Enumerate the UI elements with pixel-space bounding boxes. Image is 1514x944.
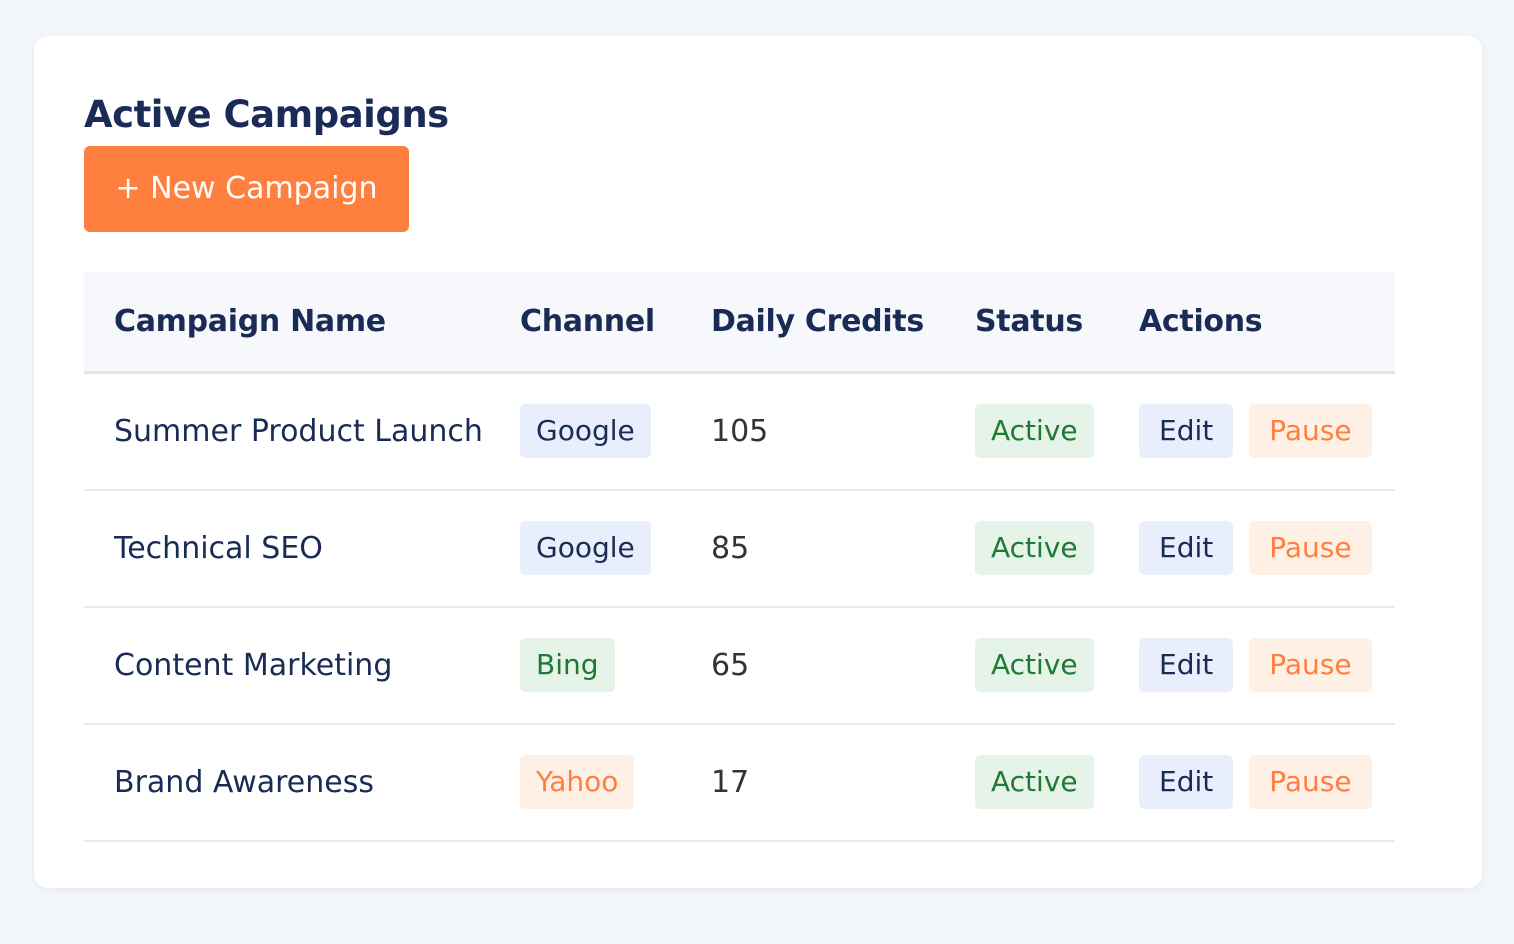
pause-button[interactable]: Pause (1249, 638, 1372, 692)
edit-button[interactable]: Edit (1139, 638, 1234, 692)
pause-button[interactable]: Pause (1249, 404, 1372, 458)
channel-badge: Yahoo (520, 755, 635, 809)
status-badge: Active (975, 638, 1094, 692)
table-row: Content Marketing Bing 65 Active Edit Pau… (84, 606, 1395, 725)
campaigns-table: Campaign Name Channel Daily Credits Stat… (84, 272, 1395, 842)
header-daily-credits: Daily Credits (711, 272, 975, 374)
status-badge: Active (975, 521, 1094, 575)
status-badge: Active (975, 755, 1094, 809)
page-title: Active Campaigns (84, 93, 449, 136)
daily-credits: 105 (711, 372, 975, 491)
table-row: Technical SEO Google 85 Active Edit Pause (84, 489, 1395, 608)
campaign-name: Content Marketing (84, 606, 520, 725)
edit-button[interactable]: Edit (1139, 404, 1234, 458)
header-channel: Channel (520, 272, 711, 374)
daily-credits: 85 (711, 489, 975, 608)
header-campaign-name: Campaign Name (84, 272, 520, 374)
edit-button[interactable]: Edit (1139, 521, 1234, 575)
campaign-name: Summer Product Launch (84, 372, 520, 491)
campaign-name: Technical SEO (84, 489, 520, 608)
table-header-row: Campaign Name Channel Daily Credits Stat… (84, 272, 1395, 374)
pause-button[interactable]: Pause (1249, 755, 1372, 809)
channel-badge: Bing (520, 638, 615, 692)
header-actions: Actions (1139, 272, 1395, 374)
table-row: Brand Awareness Yahoo 17 Active Edit Paus… (84, 723, 1395, 842)
daily-credits: 65 (711, 606, 975, 725)
header-status: Status (975, 272, 1139, 374)
new-campaign-button[interactable]: + New Campaign (84, 146, 409, 232)
campaigns-card: Active Campaigns + New Campaign Campaign… (34, 36, 1482, 888)
daily-credits: 17 (711, 723, 975, 842)
edit-button[interactable]: Edit (1139, 755, 1234, 809)
pause-button[interactable]: Pause (1249, 521, 1372, 575)
channel-badge: Google (520, 404, 651, 458)
campaign-name: Brand Awareness (84, 723, 520, 842)
channel-badge: Google (520, 521, 651, 575)
status-badge: Active (975, 404, 1094, 458)
table-row: Summer Product Launch Google 105 Active … (84, 372, 1395, 491)
